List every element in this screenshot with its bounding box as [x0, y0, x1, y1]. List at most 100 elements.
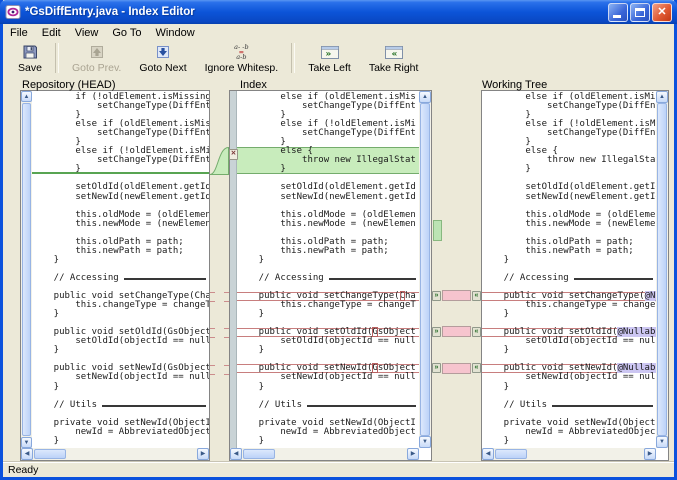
code-line: this.newMode = (newElemen [482, 220, 656, 229]
status-text: Ready [8, 464, 38, 476]
scroll-left-button[interactable]: ◀ [482, 448, 494, 460]
horizontal-scrollbar-thumb[interactable] [243, 449, 275, 459]
code-line: // Accessing [482, 274, 656, 283]
take-right-change-button[interactable]: « [472, 327, 481, 337]
goto-next-label: Goto Next [139, 62, 186, 74]
menu-goto[interactable]: Go To [105, 26, 148, 40]
menu-edit[interactable]: Edit [35, 26, 68, 40]
save-label: Save [18, 62, 42, 74]
code-line: setNewId(newElement.getId [32, 193, 209, 202]
take-right-button[interactable]: « Take Right [360, 41, 428, 75]
horizontal-scrollbar-thumb[interactable] [34, 449, 66, 459]
vertical-scrollbar[interactable]: ▲ ▼ [21, 91, 32, 448]
change-connector: »« [432, 288, 481, 303]
code-line: this.newMode = (newElemen [237, 220, 419, 229]
pane-repository: ▲ ▼ if (!oldElement.isMissing setChangeT… [20, 90, 210, 461]
take-left-label: Take Left [308, 62, 351, 74]
horizontal-scrollbar[interactable]: ◀ ▶ [482, 448, 656, 460]
scroll-left-button[interactable]: ◀ [21, 448, 33, 460]
pane-header-index: Index [240, 79, 267, 91]
section-rule [124, 278, 206, 283]
pane-index: else if (oldElement.isMis setChangeType(… [229, 90, 432, 461]
take-left-change-button[interactable]: » [432, 327, 441, 337]
scroll-right-button[interactable]: ▶ [407, 448, 419, 460]
change-connector: »« [432, 324, 481, 339]
code-line: // Utils [32, 401, 209, 410]
change-stub [224, 292, 229, 293]
scroll-up-button[interactable]: ▲ [21, 91, 32, 102]
toolbar: Save Goto Prev. Goto Next [3, 41, 674, 78]
code-line: } [482, 346, 656, 355]
change-stub [210, 337, 215, 338]
added-block-connector [210, 147, 229, 175]
change-stub [224, 365, 229, 366]
save-icon [22, 43, 38, 61]
take-left-change-button[interactable]: » [432, 363, 441, 373]
scroll-right-button[interactable]: ▶ [644, 448, 656, 460]
take-left-button[interactable]: » Take Left [299, 41, 360, 75]
menu-view[interactable]: View [68, 26, 106, 40]
minimize-button[interactable] [608, 3, 628, 22]
section-rule [102, 405, 206, 410]
status-bar: Ready [3, 461, 674, 477]
goto-next-icon [155, 43, 171, 61]
take-right-change-button[interactable]: « [472, 363, 481, 373]
minimize-icon [613, 15, 621, 18]
code-editor-working-tree[interactable]: else if (oldElement.isMis setChangeType(… [482, 91, 656, 448]
change-stub [210, 292, 215, 293]
code-line: setNewId(newElement.getId [237, 193, 419, 202]
code-line: } [32, 437, 209, 446]
svg-text:«: « [391, 49, 397, 59]
change-stub [210, 374, 215, 375]
horizontal-scrollbar-thumb[interactable] [495, 449, 527, 459]
vertical-scrollbar[interactable]: ▲ ▼ [419, 91, 431, 448]
horizontal-scrollbar[interactable]: ◀ ▶ [21, 448, 209, 460]
vertical-scrollbar[interactable]: ▲ ▼ [656, 91, 668, 448]
scroll-up-button[interactable]: ▲ [419, 91, 431, 103]
code-line: // Utils [237, 401, 419, 410]
maximize-button[interactable] [630, 3, 650, 22]
scroll-left-button[interactable]: ◀ [230, 448, 242, 460]
take-right-icon: « [385, 43, 403, 61]
title-bar[interactable]: *GsDiffEntry.java - Index Editor ✕ [0, 0, 677, 24]
code-line: } [32, 256, 209, 265]
code-editor-index[interactable]: else if (oldElement.isMis setChangeType(… [237, 91, 419, 448]
discard-change-button[interactable]: ✕ [229, 149, 238, 160]
close-icon: ✕ [653, 4, 671, 21]
scroll-up-button[interactable]: ▲ [656, 91, 668, 103]
vertical-scrollbar-thumb[interactable] [657, 103, 667, 436]
change-stub [224, 301, 229, 302]
code-line: } [237, 383, 419, 392]
code-line: setNewId(newElement.getId [482, 193, 656, 202]
menu-window[interactable]: Window [149, 26, 202, 40]
pane-header-working-tree: Working Tree [482, 79, 547, 91]
close-button[interactable]: ✕ [652, 3, 672, 22]
change-stub [210, 365, 215, 366]
vertical-scrollbar-thumb[interactable] [22, 103, 31, 436]
vertical-scrollbar-thumb[interactable] [420, 103, 430, 436]
code-line: this.newMode = (newElemen [32, 220, 209, 229]
scroll-down-button[interactable]: ▼ [656, 436, 668, 448]
take-right-change-button[interactable]: « [472, 291, 481, 301]
scroll-down-button[interactable]: ▼ [419, 436, 431, 448]
code-line: } [237, 165, 419, 174]
scroll-right-button[interactable]: ▶ [197, 448, 209, 460]
menu-file[interactable]: File [3, 26, 35, 40]
save-button[interactable]: Save [9, 41, 51, 75]
ignore-whitespace-button[interactable]: a- -b = a-b Ignore Whitesp. [196, 41, 288, 75]
horizontal-scrollbar[interactable]: ◀ ▶ [230, 448, 419, 460]
section-rule [307, 405, 416, 410]
action-gutter [230, 91, 237, 448]
take-left-change-button[interactable]: » [432, 291, 441, 301]
goto-next-button[interactable]: Goto Next [130, 41, 195, 75]
change-marker [433, 220, 442, 241]
goto-prev-button[interactable]: Goto Prev. [63, 41, 130, 75]
code-line: } [482, 383, 656, 392]
code-editor-repository[interactable]: if (!oldElement.isMissing setChangeType(… [32, 91, 209, 448]
code-line: setOldId(objectId == null [237, 337, 419, 346]
code-line: } [237, 310, 419, 319]
code-line: } [482, 437, 656, 446]
change-stub [210, 328, 215, 329]
toolbar-separator [55, 43, 59, 73]
scroll-down-button[interactable]: ▼ [21, 437, 32, 448]
